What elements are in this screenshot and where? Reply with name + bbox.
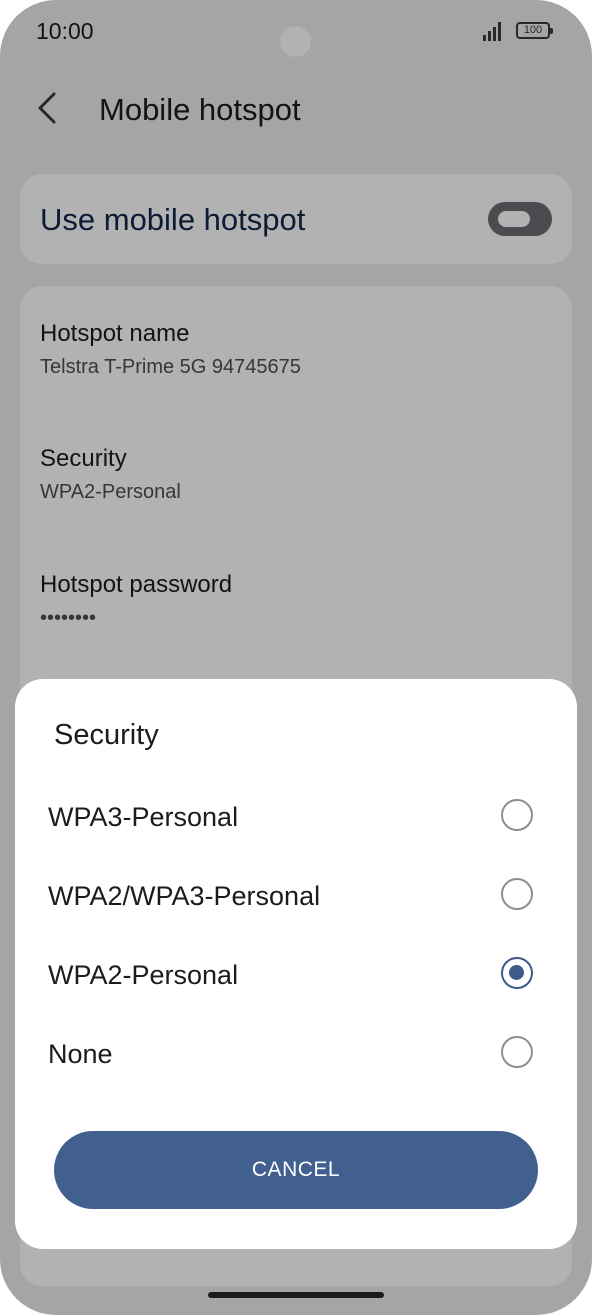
option-label: WPA2-Personal: [48, 960, 239, 990]
option-wpa2-personal[interactable]: WPA2-Personal: [15, 940, 577, 1008]
option-none[interactable]: None: [15, 1019, 577, 1087]
radio-unselected-icon[interactable]: [501, 1036, 533, 1068]
option-wpa3-personal[interactable]: WPA3-Personal: [15, 782, 577, 850]
radio-unselected-icon[interactable]: [501, 799, 533, 831]
security-dialog: Security WPA3-Personal WPA2/WPA3-Persona…: [15, 679, 577, 1249]
option-label: WPA2/WPA3-Personal: [48, 881, 321, 911]
option-wpa2-wpa3-personal[interactable]: WPA2/WPA3-Personal: [15, 861, 577, 929]
option-label: WPA3-Personal: [48, 802, 239, 832]
option-label: None: [48, 1039, 113, 1069]
radio-unselected-icon[interactable]: [501, 878, 533, 910]
phone-screen: 10:00 100 Mobile hotspot Use mobile hots…: [0, 0, 592, 1315]
dialog-title: Security: [54, 719, 159, 751]
cancel-button[interactable]: CANCEL: [54, 1131, 538, 1209]
radio-selected-icon[interactable]: [501, 957, 533, 989]
home-indicator[interactable]: [208, 1292, 384, 1298]
